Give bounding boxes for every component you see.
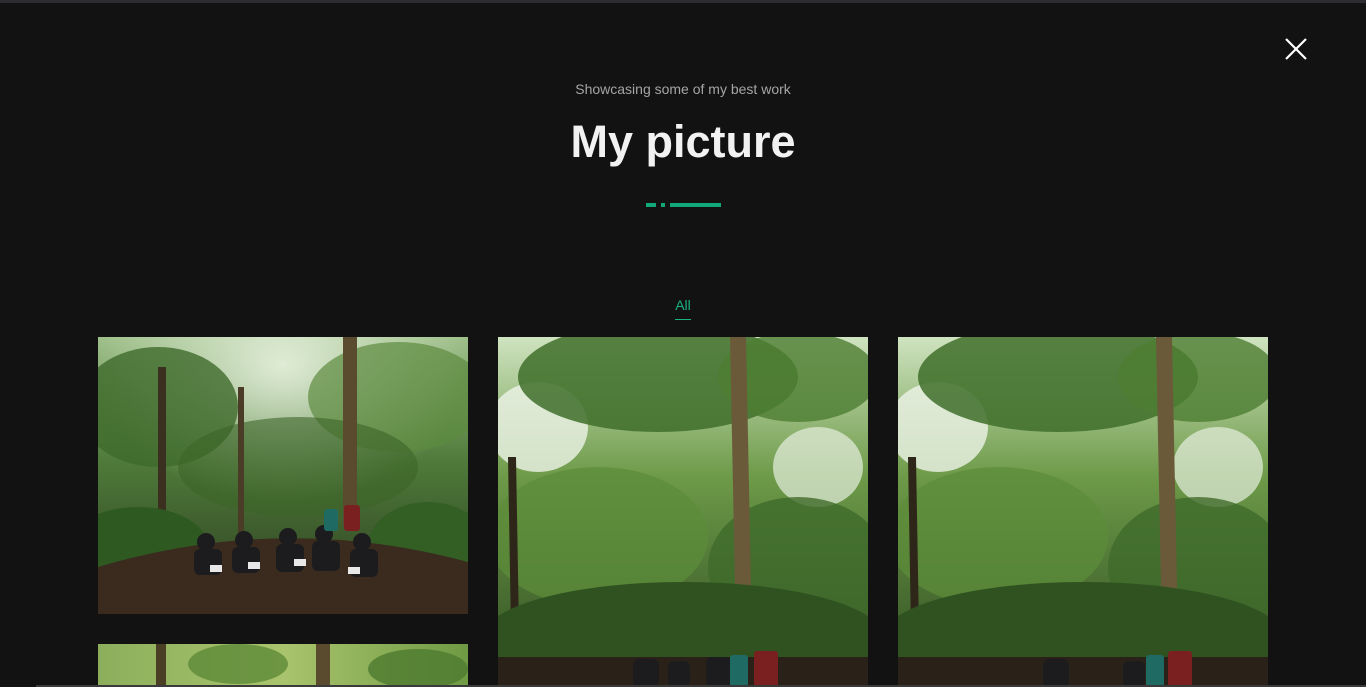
gallery-photo-image [98, 644, 468, 687]
title-divider [646, 203, 722, 207]
active-filter-underline [675, 319, 691, 320]
close-button[interactable] [1280, 33, 1312, 65]
gallery-photo[interactable] [98, 337, 468, 614]
gallery-photo[interactable] [498, 337, 868, 687]
close-icon [1285, 38, 1307, 60]
top-border [0, 0, 1366, 3]
gallery-photo-image [898, 337, 1268, 687]
filter-tab-all[interactable]: All [674, 297, 692, 314]
gallery-photo[interactable] [898, 337, 1268, 687]
section-subtitle: Showcasing some of my best work [575, 81, 791, 97]
gallery-photo-image [498, 337, 868, 687]
gallery-photo[interactable] [98, 644, 468, 687]
page-title: My picture [570, 116, 796, 167]
gallery-photo-image [98, 337, 468, 614]
